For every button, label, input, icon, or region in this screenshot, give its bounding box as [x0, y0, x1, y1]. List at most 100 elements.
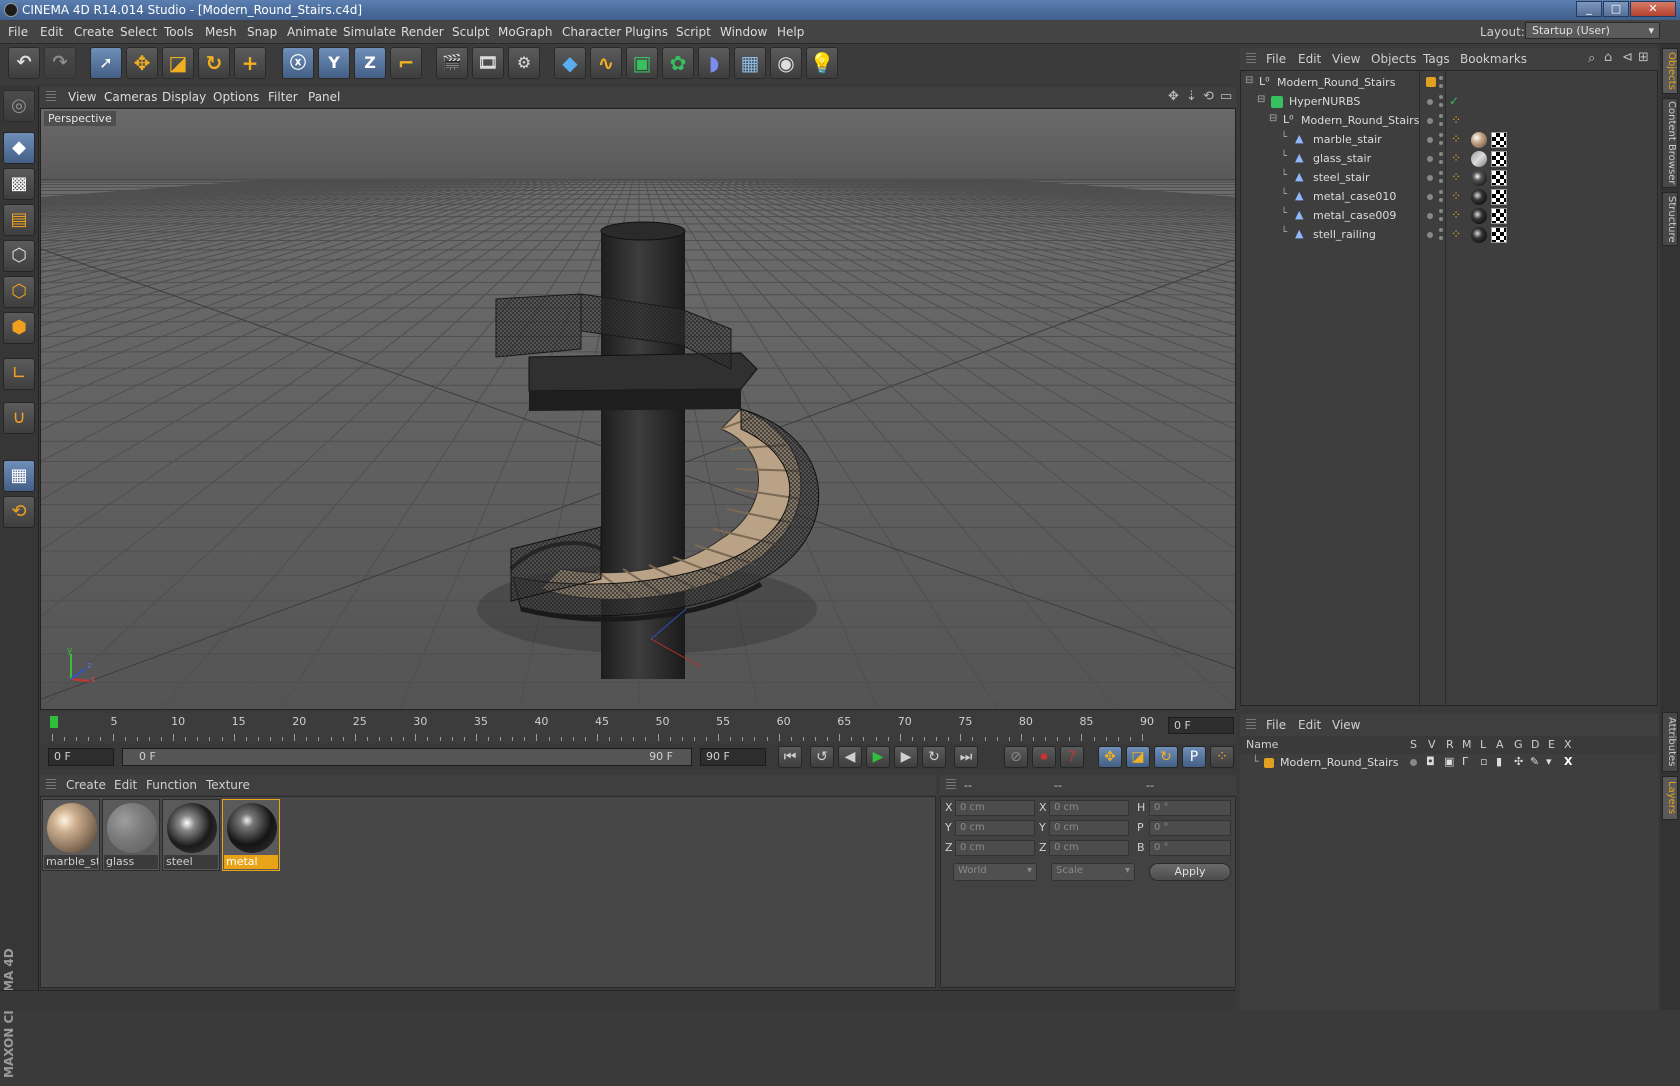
phong-tag-icon[interactable]: ⁘	[1451, 189, 1461, 203]
make-editable-icon[interactable]: ◎	[3, 90, 35, 122]
position-y-field[interactable]: 0 cm	[955, 820, 1035, 836]
y-axis-icon[interactable]: Y	[318, 47, 350, 79]
rotate-icon[interactable]: ↻	[198, 47, 230, 79]
panel-grip-icon[interactable]	[1246, 719, 1256, 731]
key-rotation-icon[interactable]: ↻	[1154, 746, 1178, 768]
menu-file[interactable]: File	[8, 25, 28, 39]
tree-expand-icon[interactable]: └	[1281, 189, 1287, 200]
enabled-check-icon[interactable]: ✓	[1449, 94, 1459, 108]
menu-mesh[interactable]: Mesh	[205, 25, 237, 39]
position-x-field[interactable]: 0 cm	[955, 800, 1035, 816]
menu-simulate[interactable]: Simulate	[343, 25, 396, 39]
undo-icon[interactable]: ↶	[8, 47, 40, 79]
key-parameter-icon[interactable]: P	[1182, 746, 1206, 768]
cube-icon[interactable]: ◆	[554, 47, 586, 79]
objects-menu-file[interactable]: File	[1266, 52, 1286, 66]
object-row[interactable]: ⊟ L⁰ Modern_Round_Stairs ⁘	[1241, 111, 1657, 131]
viewport-menu-options[interactable]: Options	[213, 90, 259, 104]
timeline-ruler[interactable]: 051015202530354045505560657075808590 0 F	[40, 713, 1236, 743]
render-toggle-icon[interactable]: ▣	[1444, 755, 1454, 768]
new-view-icon[interactable]: ⊞	[1638, 50, 1649, 65]
objects-menu-tags[interactable]: Tags	[1423, 52, 1450, 66]
model-mode-icon[interactable]: ◆	[3, 132, 35, 164]
home-icon[interactable]: ⌂	[1604, 50, 1612, 65]
object-row[interactable]: └ ▲ metal_case010 ⁘	[1241, 187, 1657, 207]
menu-snap[interactable]: Snap	[247, 25, 277, 39]
editor-visibility-icon[interactable]	[1439, 114, 1443, 118]
menu-plugins[interactable]: Plugins	[625, 25, 668, 39]
perspective-viewport[interactable]: Perspective y z x	[40, 108, 1236, 710]
objects-menu-edit[interactable]: Edit	[1298, 52, 1321, 66]
menu-window[interactable]: Window	[720, 25, 767, 39]
filter-icon[interactable]: ⊲	[1622, 50, 1633, 65]
play-icon[interactable]: ▶	[866, 746, 890, 768]
uvw-tag-icon[interactable]	[1491, 189, 1507, 205]
render-visibility-icon[interactable]	[1439, 236, 1443, 240]
rotation-h-field[interactable]: 0 °	[1149, 800, 1231, 816]
viewport-menu-panel[interactable]: Panel	[308, 90, 340, 104]
edit-render-settings-icon[interactable]: ⚙	[508, 47, 540, 79]
objects-menu-objects[interactable]: Objects	[1371, 52, 1416, 66]
end-frame-field[interactable]: 90 F	[700, 748, 766, 766]
phong-tag-icon[interactable]: ⁘	[1451, 132, 1461, 146]
editor-visibility-icon[interactable]	[1439, 95, 1443, 99]
render-visibility-icon[interactable]	[1439, 198, 1443, 202]
z-axis-icon[interactable]: Z	[354, 47, 386, 79]
expressions-toggle-icon[interactable]: ▾	[1546, 755, 1552, 768]
visibility-dot-icon[interactable]	[1427, 213, 1433, 219]
x-axis-icon[interactable]: ⓧ	[282, 47, 314, 79]
rotation-p-field[interactable]: 0 °	[1149, 820, 1231, 836]
material-menu-texture[interactable]: Texture	[206, 778, 250, 792]
tab-structure[interactable]: Structure	[1662, 192, 1678, 246]
viewport-menu-display[interactable]: Display	[162, 90, 206, 104]
frame-range-slider[interactable]: 0 F 90 F	[122, 748, 692, 766]
render-visibility-icon[interactable]	[1439, 122, 1443, 126]
material-menu-function[interactable]: Function	[146, 778, 197, 792]
position-z-field[interactable]: 0 cm	[955, 840, 1035, 856]
magnet-icon[interactable]: ∪	[3, 402, 35, 434]
workplane-lock-icon[interactable]: ▦	[3, 460, 35, 492]
menu-select[interactable]: Select	[120, 25, 157, 39]
visibility-dot-icon[interactable]	[1427, 194, 1433, 200]
edges-mode-icon[interactable]: ⬡	[3, 276, 35, 308]
material-swatch[interactable]: glass	[102, 799, 160, 871]
key-position-icon[interactable]: ✥	[1098, 746, 1122, 768]
tree-expand-icon[interactable]: └	[1281, 227, 1287, 238]
maximize-button[interactable]: □	[1603, 1, 1629, 17]
render-visibility-icon[interactable]	[1439, 217, 1443, 221]
go-to-end-icon[interactable]: ⏭	[954, 746, 978, 768]
record-keys-disabled-icon[interactable]: ⊘	[1004, 746, 1028, 768]
material-menu-edit[interactable]: Edit	[114, 778, 137, 792]
spline-icon[interactable]: ∿	[590, 47, 622, 79]
visibility-dot-icon[interactable]	[1427, 118, 1433, 124]
go-to-start-icon[interactable]: ⏮	[778, 746, 802, 768]
previous-keyframe-icon[interactable]: ↺	[810, 746, 834, 768]
move-icon[interactable]: ✥	[126, 47, 158, 79]
camera-icon[interactable]: ◉	[770, 47, 802, 79]
panel-grip-icon[interactable]	[946, 779, 956, 791]
live-select-icon[interactable]: ➚	[90, 47, 122, 79]
tree-expand-icon[interactable]: └	[1281, 151, 1287, 162]
size-y-field[interactable]: 0 cm	[1049, 820, 1129, 836]
editor-visibility-icon[interactable]	[1439, 152, 1443, 156]
uvw-tag-icon[interactable]	[1491, 151, 1507, 167]
phong-tag-icon[interactable]: ⁘	[1451, 151, 1461, 165]
polygons-mode-icon[interactable]: ⬢	[3, 312, 35, 344]
material-tag-icon[interactable]	[1471, 151, 1487, 167]
array-icon[interactable]: ✿	[662, 47, 694, 79]
uvw-tag-icon[interactable]	[1491, 227, 1507, 243]
objects-menu-bookmarks[interactable]: Bookmarks	[1460, 52, 1527, 66]
deformer-icon[interactable]: ◗	[698, 47, 730, 79]
material-tag-icon[interactable]	[1471, 170, 1487, 186]
key-scale-icon[interactable]: ◪	[1126, 746, 1150, 768]
editor-visibility-icon[interactable]	[1439, 228, 1443, 232]
objects-menu-view[interactable]: View	[1332, 52, 1360, 66]
menu-render[interactable]: Render	[401, 25, 444, 39]
tab-attributes[interactable]: Attributes	[1662, 712, 1678, 772]
visibility-dot-icon[interactable]	[1427, 99, 1433, 105]
material-tag-icon[interactable]	[1471, 208, 1487, 224]
material-tag-icon[interactable]	[1471, 227, 1487, 243]
search-icon[interactable]: ⌕	[1588, 51, 1595, 66]
phong-tag-icon[interactable]: ⁘	[1451, 208, 1461, 222]
layers-menu-edit[interactable]: Edit	[1298, 718, 1321, 732]
